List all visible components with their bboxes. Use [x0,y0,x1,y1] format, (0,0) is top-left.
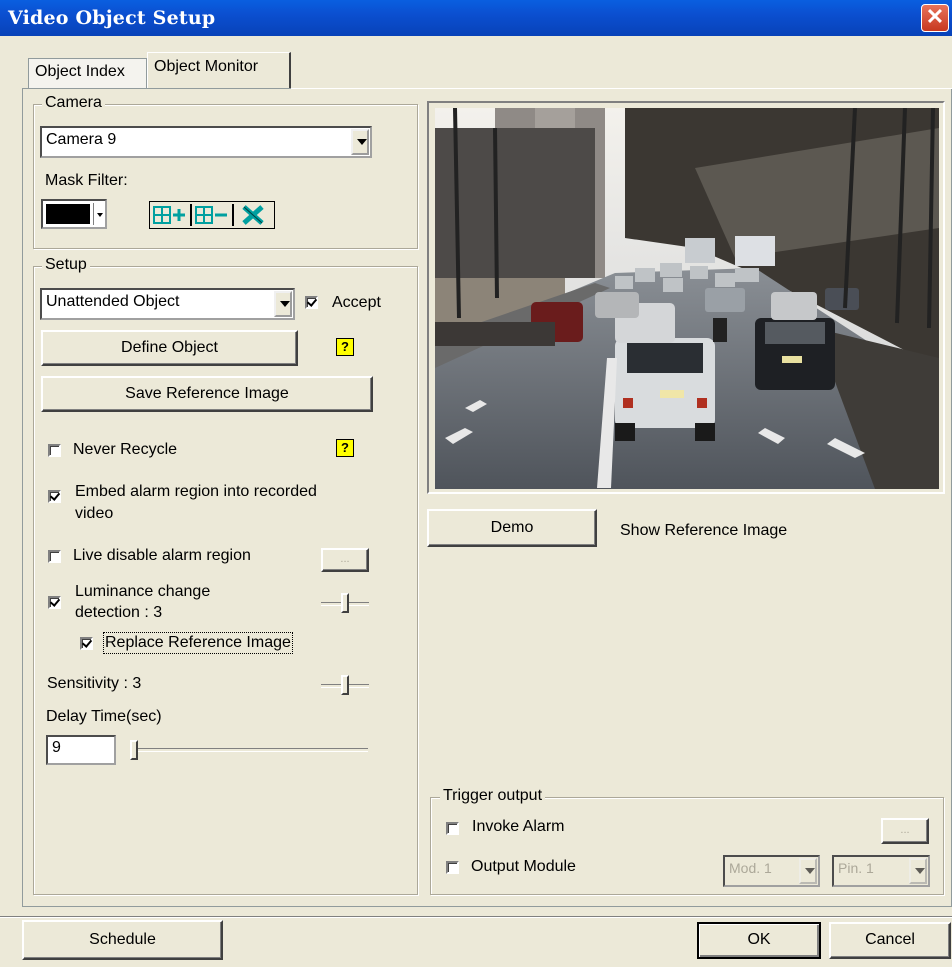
chevron-down-icon[interactable] [351,129,369,155]
never-recycle-checkbox[interactable] [48,444,61,457]
schedule-button[interactable]: Schedule [22,920,223,960]
mask-filter-label: Mask Filter: [45,172,128,189]
camera-select[interactable]: Camera 9 [40,126,372,158]
define-object-button[interactable]: Define Object [41,330,298,366]
remove-mask-icon[interactable] [194,204,230,226]
object-type-value: Unattended Object [46,293,180,310]
embed-alarm-checkbox[interactable] [48,490,61,503]
object-type-select[interactable]: Unattended Object [40,288,295,320]
close-button[interactable]: ✕ [921,4,949,32]
tab-object-index[interactable]: Object Index [28,58,147,88]
luminance-label-line1: Luminance change [75,583,211,600]
alarm-options-button[interactable]: ... [881,818,929,844]
luminance-label: Luminance change detection : 3 [75,581,210,623]
save-reference-button[interactable]: Save Reference Image [41,376,373,412]
replace-reference-checkbox[interactable] [80,637,93,650]
delay-time-value: 9 [52,739,61,756]
live-disable-label: Live disable alarm region [73,547,251,564]
invoke-alarm-label: Invoke Alarm [472,818,565,835]
sensitivity-slider-thumb[interactable] [341,675,349,695]
output-module-label: Output Module [471,858,576,875]
embed-alarm-label-line1: Embed alarm region into recorded [75,483,317,500]
add-mask-icon[interactable] [152,204,188,226]
live-disable-options-button[interactable]: ... [321,548,369,572]
delay-time-slider[interactable] [130,748,368,752]
output-module-checkbox[interactable] [446,861,459,874]
tab-label: Object Index [35,63,125,80]
mask-tools [149,201,275,229]
mask-color-picker[interactable] [41,199,107,229]
chevron-down-icon[interactable] [274,291,292,317]
setup-group-label: Setup [42,256,90,274]
chevron-down-icon[interactable] [799,858,817,884]
trigger-output-label: Trigger output [440,787,546,805]
window-title: Video Object Setup [8,7,216,29]
delay-time-slider-thumb[interactable] [130,740,138,760]
tab-object-monitor[interactable]: Object Monitor [147,52,291,89]
accept-label: Accept [332,294,381,311]
delay-time-label: Delay Time(sec) [46,708,162,725]
sensitivity-label: Sensitivity : 3 [47,675,142,692]
embed-alarm-label-line2: video [75,505,114,522]
camera-group-label: Camera [42,94,105,112]
help-icon[interactable]: ? [336,338,354,356]
tab-label: Object Monitor [154,58,259,75]
mask-color-swatch [46,204,90,224]
luminance-label-line2: detection : 3 [75,604,163,621]
invoke-alarm-checkbox[interactable] [446,822,459,835]
show-reference-label: Show Reference Image [620,522,788,539]
chevron-down-icon[interactable] [93,203,106,225]
accept-checkbox[interactable] [305,296,318,309]
clear-mask-icon[interactable] [236,204,272,226]
luminance-slider-thumb[interactable] [341,593,349,613]
ok-button[interactable]: OK [697,922,821,959]
cancel-button[interactable]: Cancel [829,922,951,959]
embed-alarm-label: Embed alarm region into recorded video [75,481,317,525]
help-icon[interactable]: ? [336,439,354,457]
module-select[interactable]: Mod. 1 [723,855,820,887]
delay-time-input[interactable]: 9 [46,735,116,765]
chevron-down-icon[interactable] [909,858,927,884]
never-recycle-label: Never Recycle [73,441,178,458]
pin-select[interactable]: Pin. 1 [832,855,930,887]
pin-select-value: Pin. 1 [838,860,874,876]
module-select-value: Mod. 1 [729,860,772,876]
luminance-checkbox[interactable] [48,596,61,609]
close-icon: ✕ [925,4,945,29]
live-disable-checkbox[interactable] [48,550,61,563]
replace-reference-label: Replace Reference Image [103,632,293,654]
demo-button[interactable]: Demo [427,509,597,547]
camera-preview-image [435,108,939,489]
camera-select-value: Camera 9 [46,131,117,148]
